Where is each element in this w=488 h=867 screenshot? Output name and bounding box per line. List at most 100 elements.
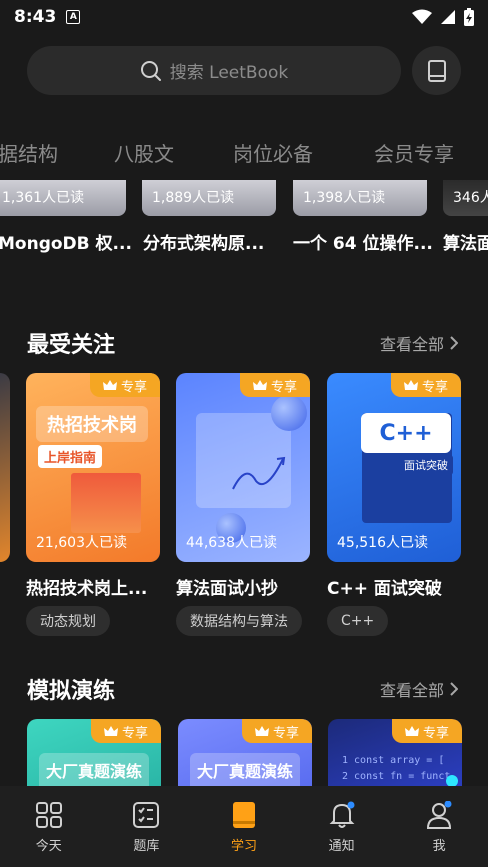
see-all-popular-link[interactable]: 查看全部 xyxy=(380,331,458,355)
see-all-practice-link[interactable]: 查看全部 xyxy=(380,677,458,701)
grid-icon xyxy=(35,802,62,828)
battery-charging-icon xyxy=(464,8,474,26)
crown-icon xyxy=(403,379,418,390)
section-title-practice: 模拟演练 xyxy=(27,679,116,704)
vip-badge: 专享 xyxy=(90,373,160,397)
user-icon xyxy=(427,801,452,829)
nav-label: 通知 xyxy=(328,839,355,854)
vip-badge: 专享 xyxy=(240,373,310,397)
nav-label: 题库 xyxy=(133,839,160,854)
book-icon xyxy=(232,802,255,828)
vip-badge: 专享 xyxy=(392,719,462,743)
vip-badge-label: 专享 xyxy=(270,379,297,395)
cover-sphere xyxy=(271,395,307,431)
checklist-icon xyxy=(133,802,160,828)
cover-title-banner: 热招技术岗 xyxy=(36,406,148,442)
cover-title-banner: 大厂真题演练 xyxy=(190,753,300,786)
bell-icon xyxy=(329,801,355,828)
tab-baguwen[interactable]: 八股文 xyxy=(114,138,174,167)
bookshelf-button[interactable] xyxy=(412,46,461,95)
nav-item-me[interactable]: 我 xyxy=(390,786,488,867)
reader-count: 1,889人已读 xyxy=(152,190,235,206)
vip-badge-label: 专享 xyxy=(422,725,449,741)
vip-badge-label: 专享 xyxy=(421,379,448,395)
reader-count: 44,638人已读 xyxy=(186,535,277,551)
crown-icon xyxy=(404,725,419,736)
book-title[interactable]: MongoDB 权... xyxy=(0,229,132,254)
chevron-right-icon xyxy=(450,682,458,696)
book-title[interactable]: 热招技术岗上... xyxy=(26,574,160,599)
nav-item-today[interactable]: 今天 xyxy=(0,786,98,867)
book-cover[interactable]: 1,398人已读 xyxy=(293,180,427,216)
see-all-label: 查看全部 xyxy=(379,681,444,700)
book-cover[interactable]: C++ 面试突破 专享 45,516人已读 xyxy=(327,373,461,562)
book-cover[interactable]: 专享 44,638人已读 xyxy=(176,373,310,562)
cover-arrow xyxy=(232,456,286,490)
vip-badge: 专享 xyxy=(391,373,461,397)
reader-count: 1,361人已读 xyxy=(2,190,85,206)
reader-count: 45,516人已读 xyxy=(337,535,428,551)
cover-title-banner: 大厂真题演练 xyxy=(39,753,149,786)
book-title[interactable]: 分布式架构原... xyxy=(143,229,264,254)
tab-job-essentials[interactable]: 岗位必备 xyxy=(233,138,313,167)
tag-chip[interactable]: 数据结构与算法 xyxy=(176,606,302,636)
search-input[interactable]: 搜索 LeetBook xyxy=(27,46,401,95)
status-right xyxy=(412,8,474,26)
vip-badge-label: 专享 xyxy=(272,725,299,741)
book-icon xyxy=(427,59,446,82)
book-cover[interactable]: 1,361人已读 xyxy=(0,180,126,216)
bottom-nav: 今天 题库 学习 通知 我 xyxy=(0,786,488,867)
crown-icon xyxy=(102,379,117,390)
crown-icon xyxy=(252,379,267,390)
book-cover[interactable]: 大厂真题演练 专享 xyxy=(27,719,161,786)
tag-chip[interactable]: C++ xyxy=(327,606,389,636)
cover-title-card: C++ xyxy=(361,413,451,453)
cover-subtitle: 上岸指南 xyxy=(38,445,103,468)
vip-badge-label: 专享 xyxy=(120,379,147,395)
book-title[interactable]: 算法面 xyxy=(443,229,488,254)
reader-count: 21,603人已读 xyxy=(36,535,127,551)
book-cover[interactable]: 热招技术岗 上岸指南 专享 21,603人已读 xyxy=(26,373,160,562)
vip-badge: 专享 xyxy=(91,719,161,743)
book-cover[interactable]: 大厂真题演练 专享 xyxy=(178,719,312,786)
book-title[interactable]: C++ 面试突破 xyxy=(327,574,461,599)
book-cover-partial[interactable] xyxy=(0,373,10,562)
tab-vip[interactable]: 会员专享 xyxy=(374,138,454,167)
reader-count: 1,398人已读 xyxy=(303,190,386,206)
section-title-popular: 最受关注 xyxy=(27,333,116,358)
reader-count: 346人 xyxy=(453,190,488,206)
tag-chip[interactable]: 动态规划 xyxy=(26,606,110,636)
notification-a-icon: A xyxy=(66,10,81,24)
book-title[interactable]: 一个 64 位操作... xyxy=(293,229,433,254)
status-time: 8:43 xyxy=(14,7,57,27)
crown-icon xyxy=(254,725,269,736)
vip-badge-label: 专享 xyxy=(121,725,148,741)
cover-illustration xyxy=(71,473,141,533)
category-tabs: 据结构 八股文 岗位必备 会员专享 xyxy=(0,138,488,172)
cover-code-line: 2 const fn = funct xyxy=(342,771,451,782)
nav-label: 今天 xyxy=(35,839,62,854)
cover-code-line: 1 const array = [ xyxy=(342,755,445,766)
status-bar: 8:43 A xyxy=(0,0,488,34)
book-cover[interactable]: 1,889人已读 xyxy=(142,180,276,216)
search-icon xyxy=(140,60,161,81)
wifi-icon xyxy=(412,9,432,24)
signal-icon xyxy=(441,10,455,24)
nav-label: 我 xyxy=(432,839,446,854)
book-cover[interactable]: 1 const array = [ 2 const fn = funct 专享 xyxy=(328,719,462,786)
crown-icon xyxy=(103,725,118,736)
nav-item-study[interactable]: 学习 xyxy=(195,786,293,867)
see-all-label: 查看全部 xyxy=(379,335,444,354)
cover-sphere xyxy=(446,775,458,786)
book-title[interactable]: 算法面试小抄 xyxy=(176,574,310,599)
top-book-strip: 1,361人已读 MongoDB 权... 1,889人已读 分布式架构原...… xyxy=(0,180,488,260)
nav-item-problems[interactable]: 题库 xyxy=(98,786,196,867)
nav-label: 学习 xyxy=(230,839,257,854)
search-placeholder: 搜索 LeetBook xyxy=(169,63,289,83)
vip-badge: 专享 xyxy=(242,719,312,743)
chevron-right-icon xyxy=(450,336,458,350)
nav-item-notifications[interactable]: 通知 xyxy=(293,786,391,867)
book-cover[interactable]: 346人 xyxy=(443,180,488,216)
cover-subtitle: 面试突破 xyxy=(399,455,453,475)
tab-data-structure[interactable]: 据结构 xyxy=(0,138,58,167)
